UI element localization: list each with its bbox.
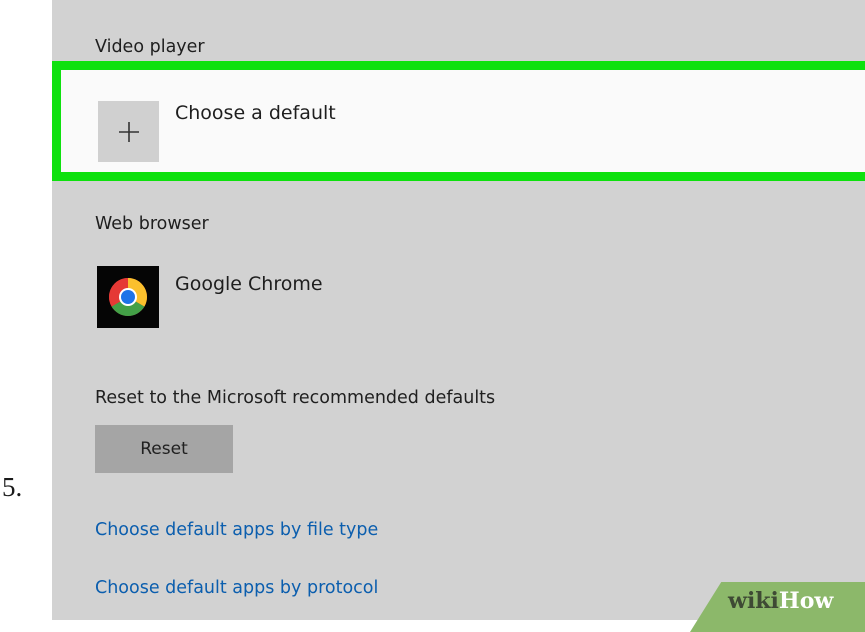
video-player-row: Choose a default	[61, 70, 865, 172]
choose-apps-by-file-type-link[interactable]: Choose default apps by file type	[95, 521, 378, 540]
wikihow-watermark: wikiHow	[728, 590, 833, 612]
web-browser-app-button[interactable]: Google Chrome	[97, 266, 427, 330]
plus-icon	[119, 122, 139, 142]
chrome-app-tile	[97, 266, 159, 328]
default-apps-panel: Video player Choose a default Web browse…	[52, 0, 865, 620]
plus-tile	[98, 101, 159, 162]
video-player-section-label: Video player	[95, 37, 205, 57]
reset-section-label: Reset to the Microsoft recommended defau…	[95, 388, 496, 408]
browser-app-name: Google Chrome	[175, 273, 323, 295]
choose-apps-by-protocol-link[interactable]: Choose default apps by protocol	[95, 579, 378, 598]
watermark-wiki-text: wiki	[728, 588, 779, 614]
choose-default-label: Choose a default	[175, 102, 336, 124]
step-number: 5.	[2, 472, 23, 502]
web-browser-section-label: Web browser	[95, 214, 209, 234]
watermark-how-text: How	[778, 588, 834, 614]
chrome-logo-icon	[109, 278, 147, 316]
highlight-box: Choose a default	[52, 61, 865, 181]
choose-default-button[interactable]: Choose a default	[61, 70, 865, 172]
reset-button[interactable]: Reset	[95, 425, 233, 473]
